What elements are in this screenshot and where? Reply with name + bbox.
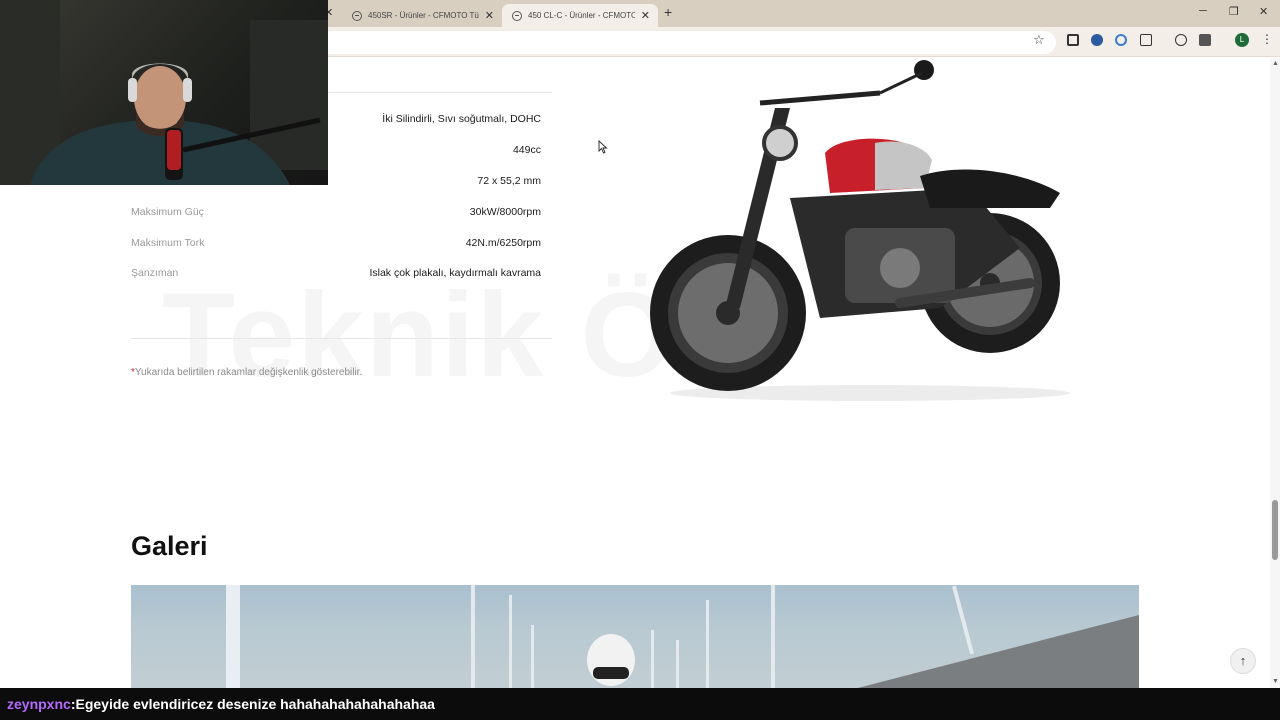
scroll-to-top-button[interactable]: ↑ xyxy=(1230,648,1256,674)
webcam-streamer-image xyxy=(0,0,328,185)
spec-value: 72 x 55,2 mm xyxy=(477,175,541,187)
spec-label: Maksimum Tork xyxy=(131,237,205,249)
translate-icon[interactable] xyxy=(1199,34,1211,46)
address-bar[interactable] xyxy=(320,31,1056,54)
spec-label: Şanzıman xyxy=(131,267,179,279)
page-scrollbar[interactable]: ▲ ▼ xyxy=(1270,58,1280,688)
spec-value: Islak çok plakalı, kaydırmalı kavrama xyxy=(369,267,541,279)
chat-message: Egeyide evlendiricez desenize hahahahaha… xyxy=(75,696,435,712)
spec-value: İki Silindirli, Sıvı soğutmalı, DOHC xyxy=(382,113,541,125)
browser-tab-450sr[interactable]: 450SR - Ürünler - CFMOTO Türk ✕ xyxy=(342,4,502,27)
gallery-image[interactable] xyxy=(131,585,1139,688)
webcam-overlay xyxy=(0,0,328,185)
extension-icon[interactable] xyxy=(1091,34,1103,46)
disclaimer-note: *Yukarıda belirtilen rakamlar değişkenli… xyxy=(131,367,362,378)
bookmark-star-icon[interactable]: ☆ xyxy=(1033,32,1045,48)
profile-avatar[interactable]: L xyxy=(1235,33,1249,47)
browser-tab-450clc[interactable]: 450 CL-C - Ürünler - CFMOTO T ✕ xyxy=(502,4,658,27)
gallery-photo-scene xyxy=(226,585,1139,688)
globe-icon xyxy=(352,10,362,21)
spec-value: 449cc xyxy=(512,144,541,156)
spec-label: Maksimum Güç xyxy=(131,206,204,218)
gallery-heading: Galeri xyxy=(131,531,208,561)
spec-row-max-power: Maksimum Güç 30kW/8000rpm xyxy=(131,206,541,218)
minimize-icon[interactable]: ─ xyxy=(1199,5,1207,17)
motorcycle-product-image xyxy=(650,60,1070,401)
spec-divider-top xyxy=(328,92,552,93)
globe-icon xyxy=(512,10,522,21)
scrollbar-thumb[interactable] xyxy=(1272,500,1278,560)
mouse-cursor-icon xyxy=(598,140,608,154)
scroll-up-arrow-icon[interactable]: ▲ xyxy=(1272,60,1279,67)
scroll-down-arrow-icon[interactable]: ▼ xyxy=(1272,678,1279,685)
section-watermark: Teknik Ö xyxy=(162,268,676,402)
spec-row-max-torque: Maksimum Tork 42N.m/6250rpm xyxy=(131,237,541,249)
close-window-icon[interactable]: ✕ xyxy=(1259,5,1268,18)
spec-divider-bottom xyxy=(131,338,552,339)
spec-row-transmission: Şanzıman Islak çok plakalı, kaydırmalı k… xyxy=(131,267,541,279)
spec-value: 42N.m/6250rpm xyxy=(465,237,541,249)
chat-username: zeynpxnc xyxy=(7,696,71,712)
screenshot-extension-icon[interactable] xyxy=(1067,34,1079,46)
tab-title: 450 CL-C - Ürünler - CFMOTO T xyxy=(528,11,635,20)
browser-menu-icon[interactable]: ⋮ xyxy=(1261,32,1273,46)
spec-value: 30kW/8000rpm xyxy=(469,206,541,218)
arrow-up-icon: ↑ xyxy=(1239,653,1247,668)
password-key-icon[interactable] xyxy=(1175,34,1187,46)
audio-extension-icon[interactable] xyxy=(1115,34,1127,46)
disclaimer-text: Yukarıda belirtilen rakamlar değişkenlik… xyxy=(134,367,363,378)
new-tab-button[interactable]: + xyxy=(664,4,672,20)
stream-chat-bar: zeynpxnc : Egeyide evlendiricez desenize… xyxy=(0,688,1280,720)
tab-close-icon[interactable]: ✕ xyxy=(641,9,650,22)
tab-close-icon[interactable]: ✕ xyxy=(485,9,494,22)
tab-title: 450SR - Ürünler - CFMOTO Türk xyxy=(368,11,479,20)
extensions-puzzle-icon[interactable] xyxy=(1140,34,1152,46)
restore-icon[interactable]: ❐ xyxy=(1229,5,1239,18)
